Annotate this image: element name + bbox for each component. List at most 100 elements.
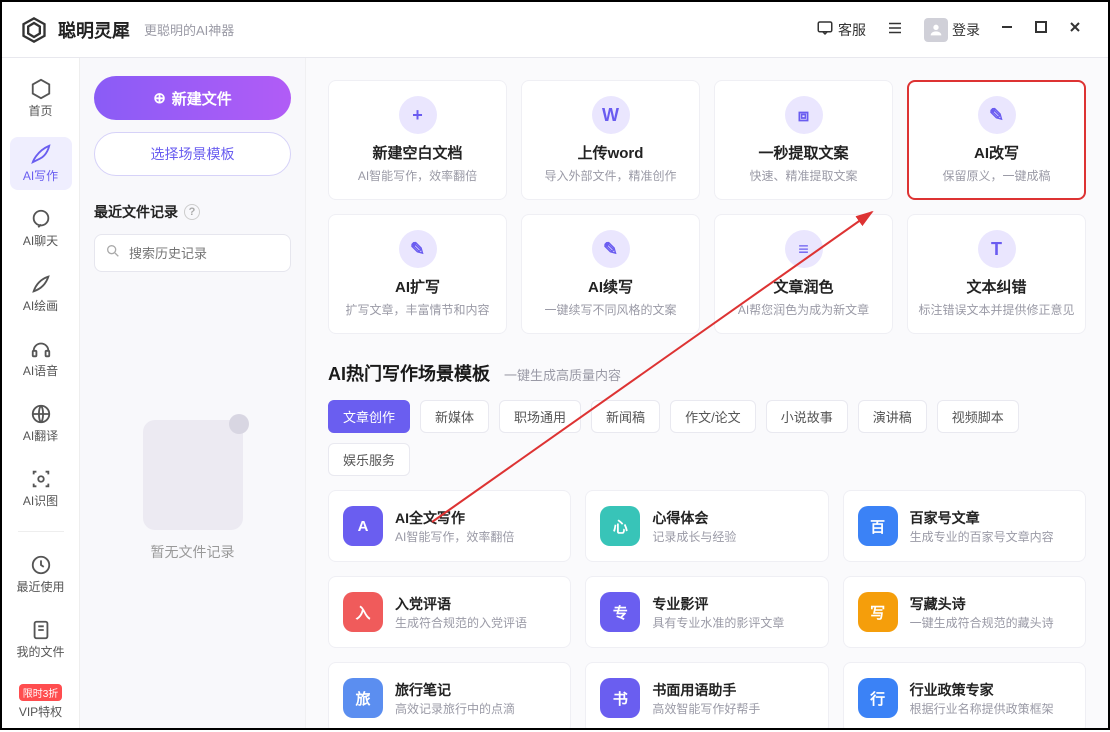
template-title: 写藏头诗 — [910, 594, 1054, 614]
template-desc: 具有专业水准的影评文章 — [652, 614, 784, 631]
tab-3[interactable]: 新闻稿 — [591, 400, 660, 433]
support-button[interactable]: 客服 — [806, 13, 876, 46]
left-nav: 首页 AI写作 AI聊天 AI绘画 AI语音 AI翻译 AI识图 最 — [2, 58, 80, 728]
feature-card-2[interactable]: ⧈ 一秒提取文案 快速、精准提取文案 — [714, 80, 893, 200]
new-file-button[interactable]: ⊕ 新建文件 — [94, 76, 291, 120]
template-desc: 生成专业的百家号文章内容 — [910, 528, 1054, 545]
chat-icon — [816, 19, 834, 40]
minimize-button[interactable] — [990, 13, 1024, 47]
feature-card-5[interactable]: ✎ AI续写 一键续写不同风格的文案 — [521, 214, 700, 334]
nav-recent-label: 最近使用 — [16, 578, 64, 595]
template-icon: 百 — [858, 506, 898, 546]
nav-vip[interactable]: 限时3折 VIP特权 — [10, 678, 72, 726]
feature-card-4[interactable]: ✎ AI扩写 扩写文章，丰富情节和内容 — [328, 214, 507, 334]
tab-2[interactable]: 职场通用 — [499, 400, 581, 433]
search-input[interactable] — [129, 246, 305, 261]
content-area: + 新建空白文档 AI智能写作，效率翻倍W 上传word 导入外部文件，精准创作… — [306, 58, 1108, 728]
app-name: 聪明灵犀 — [58, 17, 130, 43]
nav-home[interactable]: 首页 — [10, 72, 72, 125]
maximize-button[interactable] — [1024, 13, 1058, 47]
template-desc: 高效记录旅行中的点滴 — [395, 700, 515, 717]
template-title: 专业影评 — [652, 594, 784, 614]
card-desc: AI帮您润色为成为新文章 — [738, 301, 869, 318]
card-title: AI续写 — [588, 276, 633, 297]
nav-my-files[interactable]: 我的文件 — [10, 613, 72, 666]
template-card-6[interactable]: 旅 旅行笔记 高效记录旅行中的点滴 — [328, 662, 571, 728]
nav-home-label: 首页 — [28, 102, 52, 119]
template-card-0[interactable]: A AI全文写作 AI智能写作，效率翻倍 — [328, 490, 571, 562]
card-title: 一秒提取文案 — [758, 142, 848, 163]
minimize-icon — [1000, 20, 1014, 39]
login-button[interactable]: 登录 — [914, 12, 990, 48]
template-icon: 写 — [858, 592, 898, 632]
menu-icon — [886, 19, 904, 40]
card-icon: ✎ — [978, 96, 1016, 134]
nav-ai-draw-label: AI绘画 — [23, 297, 58, 314]
nav-ai-writing-label: AI写作 — [23, 167, 58, 184]
title-bar: 聪明灵犀 更聪明的AI神器 客服 登录 — [2, 2, 1108, 58]
help-icon[interactable]: ? — [184, 204, 200, 220]
tab-4[interactable]: 作文/论文 — [670, 400, 756, 433]
app-logo-icon — [18, 14, 50, 46]
template-card-5[interactable]: 写 写藏头诗 一键生成符合规范的藏头诗 — [843, 576, 1086, 648]
card-title: 文章润色 — [773, 276, 833, 297]
close-icon — [1068, 20, 1082, 39]
nav-ai-chat-label: AI聊天 — [23, 232, 58, 249]
menu-button[interactable] — [876, 13, 914, 46]
recent-files-heading: 最近文件记录 ? — [94, 202, 291, 222]
choose-template-button[interactable]: 选择场景模板 — [94, 132, 291, 176]
tab-5[interactable]: 小说故事 — [766, 400, 848, 433]
nav-ai-chat[interactable]: AI聊天 — [10, 202, 72, 255]
nav-ai-voice[interactable]: AI语音 — [10, 332, 72, 385]
tab-8[interactable]: 娱乐服务 — [328, 443, 410, 476]
feature-card-3[interactable]: ✎ AI改写 保留原义，一键成稿 — [907, 80, 1086, 200]
nav-ai-image[interactable]: AI识图 — [10, 462, 72, 515]
nav-ai-translate-label: AI翻译 — [23, 427, 58, 444]
card-desc: 扩写文章，丰富情节和内容 — [345, 301, 489, 318]
nav-ai-voice-label: AI语音 — [23, 362, 58, 379]
template-card-1[interactable]: 心 心得体会 记录成长与经验 — [585, 490, 828, 562]
nav-ai-translate[interactable]: AI翻译 — [10, 397, 72, 450]
tab-1[interactable]: 新媒体 — [420, 400, 489, 433]
feature-card-6[interactable]: ≡ 文章润色 AI帮您润色为成为新文章 — [714, 214, 893, 334]
card-icon: ✎ — [399, 230, 437, 268]
template-card-7[interactable]: 书 书面用语助手 高效智能写作好帮手 — [585, 662, 828, 728]
brush-icon — [30, 273, 52, 295]
template-icon: 旅 — [343, 678, 383, 718]
feature-card-1[interactable]: W 上传word 导入外部文件，精准创作 — [521, 80, 700, 200]
plus-icon: ⊕ — [153, 89, 166, 107]
templates-section-head: AI热门写作场景模板 一键生成高质量内容 — [328, 360, 1086, 386]
tab-7[interactable]: 视频脚本 — [937, 400, 1019, 433]
card-desc: 保留原义，一键成稿 — [942, 167, 1050, 184]
template-desc: 一键生成符合规范的藏头诗 — [910, 614, 1054, 631]
template-icon: 行 — [858, 678, 898, 718]
nav-my-files-label: 我的文件 — [16, 643, 64, 660]
template-icon: 专 — [600, 592, 640, 632]
feature-card-0[interactable]: + 新建空白文档 AI智能写作，效率翻倍 — [328, 80, 507, 200]
support-label: 客服 — [838, 20, 866, 40]
search-box[interactable] — [94, 234, 291, 272]
nav-ai-writing[interactable]: AI写作 — [10, 137, 72, 190]
new-file-label: 新建文件 — [172, 88, 232, 109]
template-card-2[interactable]: 百 百家号文章 生成专业的百家号文章内容 — [843, 490, 1086, 562]
card-desc: AI智能写作，效率翻倍 — [358, 167, 477, 184]
empty-text: 暂无文件记录 — [151, 542, 235, 562]
tab-6[interactable]: 演讲稿 — [858, 400, 927, 433]
nav-ai-draw[interactable]: AI绘画 — [10, 267, 72, 320]
nav-recent[interactable]: 最近使用 — [10, 548, 72, 601]
template-card-8[interactable]: 行 行业政策专家 根据行业名称提供政策框架 — [843, 662, 1086, 728]
card-desc: 导入外部文件，精准创作 — [544, 167, 676, 184]
tab-0[interactable]: 文章创作 — [328, 400, 410, 433]
quill-icon — [30, 143, 52, 165]
clock-icon — [30, 554, 52, 576]
feature-card-7[interactable]: T 文本纠错 标注错误文本并提供修正意见 — [907, 214, 1086, 334]
maximize-icon — [1034, 20, 1048, 39]
file-icon — [30, 619, 52, 641]
template-title: 旅行笔记 — [395, 680, 515, 700]
close-button[interactable] — [1058, 13, 1092, 47]
template-card-3[interactable]: 入 入党评语 生成符合规范的入党评语 — [328, 576, 571, 648]
side-panel: ⊕ 新建文件 选择场景模板 最近文件记录 ? 暂无文件记录 — [80, 58, 306, 728]
nav-ai-image-label: AI识图 — [23, 492, 58, 509]
template-card-4[interactable]: 专 专业影评 具有专业水准的影评文章 — [585, 576, 828, 648]
card-icon: ✎ — [592, 230, 630, 268]
